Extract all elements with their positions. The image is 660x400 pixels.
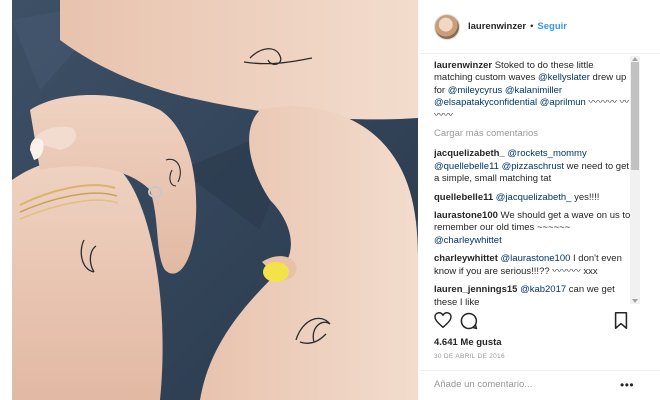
add-comment-input[interactable]	[434, 379, 614, 390]
comment-item: quellebelle11 @jacquelizabeth_ yes!!!!	[434, 192, 634, 204]
comment-username[interactable]: charleywhittet	[434, 253, 498, 264]
mention-link[interactable]: @jacquelizabeth_	[496, 192, 572, 203]
post-photo	[0, 0, 420, 400]
scrollbar[interactable]	[630, 56, 640, 304]
mention-link[interactable]: @quellebelle11	[434, 161, 499, 172]
scroll-down-arrow-icon[interactable]	[632, 299, 638, 303]
mention-link[interactable]: @elsapatakyconfidential	[434, 97, 537, 108]
comment-item: charleywhittet @laurastone100 I don't ev…	[434, 253, 634, 278]
comment-username[interactable]: laurastone100	[434, 210, 498, 221]
post-header: laurenwinzer • Seguir	[420, 0, 660, 54]
mention-link[interactable]: @aprilmun	[540, 97, 586, 108]
caption-username[interactable]: laurenwinzer	[434, 60, 492, 71]
comment-text: yes!!!!	[571, 191, 600, 203]
header-separator: •	[530, 21, 534, 32]
mention-link[interactable]: @laurastone100	[501, 253, 571, 264]
comments-list[interactable]: laurenwinzer Stoked to do these little m…	[434, 60, 634, 306]
heart-icon[interactable]	[434, 311, 452, 331]
comment-container: jacquelizabeth_ @rockets_mommy @quellebe…	[434, 148, 634, 306]
mention-link[interactable]: @kab2017	[520, 284, 566, 295]
follow-button[interactable]: Seguir	[537, 21, 567, 32]
comment-username[interactable]: lauren_jennings15	[434, 284, 517, 295]
comment-username[interactable]: jacquelizabeth_	[434, 148, 505, 159]
caption: laurenwinzer Stoked to do these little m…	[434, 60, 634, 122]
mention-link[interactable]: @mileycyrus	[448, 85, 503, 96]
avatar[interactable]	[434, 13, 460, 40]
more-options-icon[interactable]: •••	[620, 379, 634, 391]
header-username[interactable]: laurenwinzer	[468, 21, 526, 32]
load-more-comments-button[interactable]: Cargar más comentarios	[434, 128, 634, 140]
action-bar	[434, 311, 630, 333]
post-date[interactable]: 30 DE ABRIL DE 2016	[434, 353, 505, 360]
bookmark-icon[interactable]	[614, 312, 628, 332]
scrollbar-thumb[interactable]	[631, 62, 639, 170]
mention-link[interactable]: @rockets_mommy	[507, 148, 586, 159]
comment-item: jacquelizabeth_ @rockets_mommy @quellebe…	[434, 148, 634, 185]
mention-link[interactable]: @kellyslater	[538, 72, 590, 83]
comment-item: laurastone100 We should get a wave on us…	[434, 210, 634, 247]
mention-link[interactable]: @kalanimiller	[505, 85, 562, 96]
comment-item: lauren_jennings15 @kab2017 can we get th…	[434, 284, 634, 306]
scroll-up-arrow-icon[interactable]	[632, 57, 638, 61]
tattoo-photo-illustration	[12, 0, 418, 400]
comment-username[interactable]: quellebelle11	[434, 192, 493, 203]
likes-count[interactable]: 4.641 Me gusta	[434, 337, 502, 348]
mention-link[interactable]: @charleywhittet	[434, 235, 502, 246]
comment-icon[interactable]	[460, 312, 478, 333]
mention-link[interactable]: @pizzaschrust	[502, 161, 564, 172]
